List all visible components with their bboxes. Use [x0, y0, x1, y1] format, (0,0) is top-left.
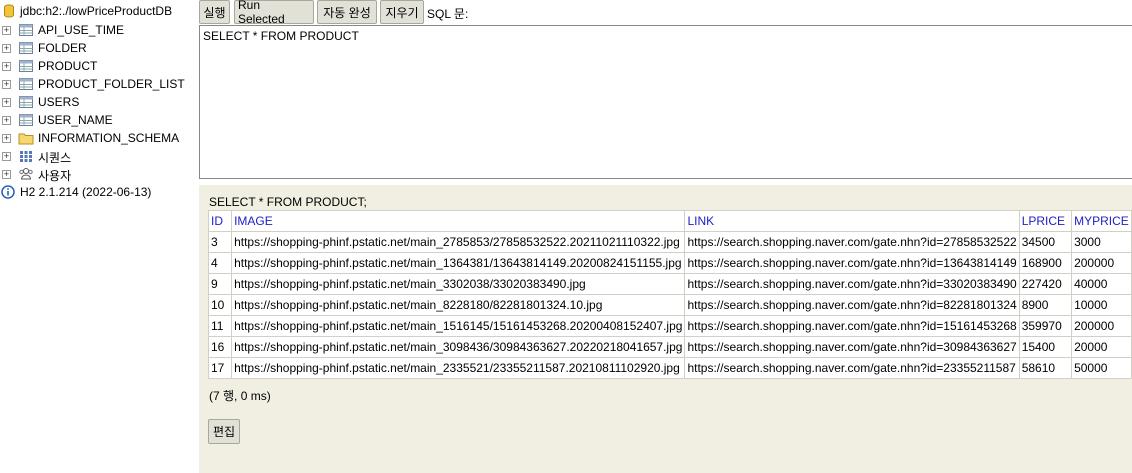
column-header-id[interactable]: ID	[207, 210, 233, 232]
cell-myprice: 50000	[1071, 357, 1132, 379]
expand-icon[interactable]: +	[2, 115, 11, 125]
cell-link: https://search.shopping.naver.com/gate.n…	[684, 294, 1020, 316]
run-selected-button[interactable]: Run Selected	[234, 0, 314, 26]
cell-id: 3	[207, 231, 233, 253]
result-panel: SELECT * FROM PRODUCT; ID IMAGE LINK LPR…	[199, 185, 1132, 473]
table-header-row: ID IMAGE LINK LPRICE MYPRICE	[207, 210, 1132, 232]
table-row: 10 https://shopping-phinf.pstatic.net/ma…	[207, 294, 1132, 316]
tree-item-label: PRODUCT_FOLDER_LIST	[38, 77, 185, 91]
table-row: 9 https://shopping-phinf.pstatic.net/mai…	[207, 273, 1132, 295]
cell-lprice: 359970	[1018, 315, 1073, 337]
cell-image: https://shopping-phinf.pstatic.net/main_…	[231, 231, 686, 253]
cell-myprice: 10000	[1071, 294, 1132, 316]
table-row: 3 https://shopping-phinf.pstatic.net/mai…	[207, 231, 1132, 253]
cell-link: https://search.shopping.naver.com/gate.n…	[684, 336, 1020, 358]
table-icon	[19, 24, 33, 36]
row-count-text: (7 행, 0 ms)	[209, 389, 271, 403]
executed-sql: SELECT * FROM PRODUCT;	[209, 195, 367, 209]
cell-image: https://shopping-phinf.pstatic.net/main_…	[231, 273, 686, 295]
folder-icon	[18, 133, 34, 145]
version-text: H2 2.1.214 (2022-06-13)	[20, 185, 152, 199]
expand-icon[interactable]: +	[2, 133, 11, 143]
table-row: 4 https://shopping-phinf.pstatic.net/mai…	[207, 252, 1132, 274]
users-icon	[19, 168, 33, 180]
expand-icon[interactable]: +	[2, 61, 11, 71]
result-table: ID IMAGE LINK LPRICE MYPRICE 3 https://s…	[207, 210, 1132, 379]
table-icon	[19, 96, 33, 108]
sql-toolbar: 실행 Run Selected 자동 완성 지우기 SQL 문:	[199, 0, 1132, 26]
table-row: 17 https://shopping-phinf.pstatic.net/ma…	[207, 357, 1132, 379]
table-icon	[19, 60, 33, 72]
expand-icon[interactable]: +	[2, 25, 11, 35]
cell-myprice: 40000	[1071, 273, 1132, 295]
tree-item-label: USER_NAME	[38, 113, 113, 127]
cell-myprice: 3000	[1071, 231, 1132, 253]
run-button[interactable]: 실행	[199, 0, 230, 24]
tree-item-label: 시퀀스	[38, 151, 72, 165]
cell-image: https://shopping-phinf.pstatic.net/main_…	[231, 336, 686, 358]
expand-icon[interactable]: +	[2, 79, 11, 89]
expand-icon[interactable]: +	[2, 151, 11, 161]
autocomplete-button[interactable]: 자동 완성	[317, 0, 377, 24]
cell-id: 4	[207, 252, 233, 274]
cell-lprice: 227420	[1018, 273, 1073, 295]
cell-id: 11	[207, 315, 233, 337]
tree-item-label: FOLDER	[38, 41, 87, 55]
tree-item-label: PRODUCT	[38, 59, 98, 73]
tree-item-label: USERS	[38, 95, 80, 109]
clear-button[interactable]: 지우기	[380, 0, 424, 24]
cell-myprice: 200000	[1071, 315, 1132, 337]
tree-item-label: INFORMATION_SCHEMA	[38, 131, 180, 145]
column-header-link[interactable]: LINK	[684, 210, 1020, 232]
tree-item-label: 사용자	[38, 169, 72, 183]
cell-link: https://search.shopping.naver.com/gate.n…	[684, 231, 1020, 253]
column-header-lprice[interactable]: LPRICE	[1018, 210, 1073, 232]
edit-button[interactable]: 편집	[208, 419, 240, 444]
cell-id: 16	[207, 336, 233, 358]
cell-image: https://shopping-phinf.pstatic.net/main_…	[231, 252, 686, 274]
cell-image: https://shopping-phinf.pstatic.net/main_…	[231, 357, 686, 379]
cell-lprice: 34500	[1018, 231, 1073, 253]
cell-lprice: 15400	[1018, 336, 1073, 358]
expand-icon[interactable]: +	[2, 43, 11, 53]
cell-id: 17	[207, 357, 233, 379]
cell-link: https://search.shopping.naver.com/gate.n…	[684, 315, 1020, 337]
cell-lprice: 8900	[1018, 294, 1073, 316]
info-icon	[1, 185, 15, 199]
cell-lprice: 58610	[1018, 357, 1073, 379]
table-icon	[19, 78, 33, 90]
cell-myprice: 20000	[1071, 336, 1132, 358]
expand-icon[interactable]: +	[2, 97, 11, 107]
cell-id: 9	[207, 273, 233, 295]
cell-myprice: 200000	[1071, 252, 1132, 274]
cell-lprice: 168900	[1018, 252, 1073, 274]
sql-statement-label: SQL 문:	[427, 7, 469, 21]
sequence-icon	[20, 151, 32, 162]
expand-icon[interactable]: +	[2, 169, 11, 179]
database-icon	[4, 4, 14, 18]
table-row: 11 https://shopping-phinf.pstatic.net/ma…	[207, 315, 1132, 337]
table-row: 16 https://shopping-phinf.pstatic.net/ma…	[207, 336, 1132, 358]
cell-link: https://search.shopping.naver.com/gate.n…	[684, 252, 1020, 274]
cell-id: 10	[207, 294, 233, 316]
cell-image: https://shopping-phinf.pstatic.net/main_…	[231, 315, 686, 337]
column-header-image[interactable]: IMAGE	[231, 210, 686, 232]
object-tree: jdbc:h2:./lowPriceProductDB + API_USE_TI…	[0, 0, 199, 473]
connection-url: jdbc:h2:./lowPriceProductDB	[20, 4, 173, 18]
tree-item-label: API_USE_TIME	[38, 23, 125, 37]
table-icon	[19, 42, 33, 54]
sql-editor[interactable]: SELECT * FROM PRODUCT	[199, 25, 1132, 179]
cell-link: https://search.shopping.naver.com/gate.n…	[684, 357, 1020, 379]
cell-link: https://search.shopping.naver.com/gate.n…	[684, 273, 1020, 295]
column-header-myprice[interactable]: MYPRICE	[1071, 210, 1132, 232]
table-icon	[19, 114, 33, 126]
cell-image: https://shopping-phinf.pstatic.net/main_…	[231, 294, 686, 316]
